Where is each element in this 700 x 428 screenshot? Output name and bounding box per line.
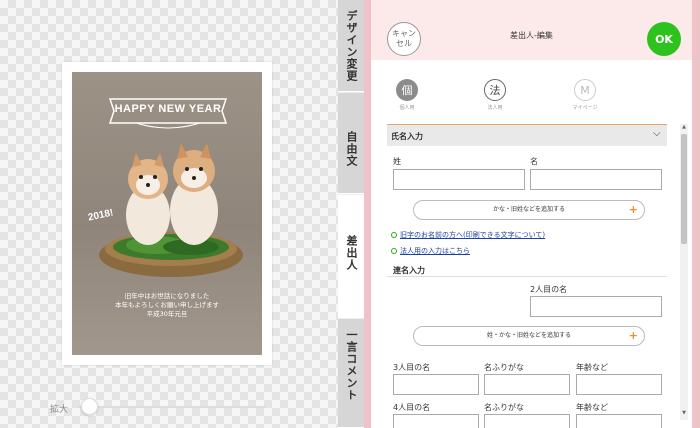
corporate-icon: 法 — [484, 79, 506, 101]
first-name-input[interactable] — [530, 169, 662, 190]
add-kana-button[interactable]: かな・旧姓などを追加する + — [413, 200, 645, 220]
type-mypage-option[interactable]: M マイページ — [565, 79, 605, 111]
fourth-age-input[interactable] — [576, 414, 662, 428]
type-personal-option[interactable]: 個 個人用 — [387, 79, 427, 111]
preview-area: HAPPY NEW YEAR 2018! 旧年中はお世話になりました 本年もよろ… — [0, 0, 338, 428]
tab-design-change[interactable]: デザイン変更 — [338, 0, 364, 92]
chevron-down-icon[interactable]: ⌵ — [653, 128, 661, 139]
corporate-input-link[interactable]: 法人用の入力はこちら — [391, 246, 470, 256]
fourth-kana-label: 名ふりがな — [484, 403, 524, 412]
editor-panel: キャンセル 差出人-編集 OK 個 個人用 法 法人用 M マイページ 氏名入力… — [364, 0, 700, 428]
divider — [387, 276, 667, 277]
fourth-kana-input[interactable] — [484, 414, 570, 428]
section-header-name-input[interactable]: 氏名入力 ⌵ — [387, 124, 667, 146]
fourth-name-input[interactable] — [393, 414, 479, 428]
greeting-line: 平成30年元旦 — [146, 310, 188, 318]
link-text: 旧字のお名前の方へ(印刷できる文字について) — [400, 231, 546, 239]
greeting-line: 旧年中はお世話になりました — [124, 292, 210, 300]
vertical-tab-bar: デザイン変更 自由文 差出人 一言コメント — [338, 0, 364, 428]
postcard-photo: HAPPY NEW YEAR 2018! 旧年中はお世話になりました 本年もよろ… — [72, 72, 262, 355]
greeting-line: 本年もよろしくお願い申し上げます — [115, 301, 219, 309]
type-label: 法人用 — [487, 105, 503, 111]
fourth-age-label: 年齢など — [576, 403, 608, 412]
form-scrollbar[interactable]: ▲ ▼ — [680, 124, 688, 420]
add-kana-label: 姓・かな・旧姓などを追加する — [486, 332, 571, 339]
tab-free-text[interactable]: 自由文 — [338, 93, 364, 194]
third-age-label: 年齢など — [576, 363, 608, 372]
third-kana-input[interactable] — [484, 374, 570, 395]
add-kana-button-2[interactable]: 姓・かな・旧姓などを追加する + — [413, 326, 645, 346]
postcard-preview[interactable]: HAPPY NEW YEAR 2018! 旧年中はお世話になりました 本年もよろ… — [62, 62, 272, 365]
plus-icon: + — [628, 203, 638, 216]
first-name-label: 名 — [530, 157, 538, 166]
second-name-input[interactable] — [530, 296, 662, 317]
personal-icon: 個 — [396, 79, 418, 101]
link-text: 法人用の入力はこちら — [400, 247, 470, 255]
third-name-input[interactable] — [393, 374, 479, 395]
type-label: マイページ — [572, 105, 598, 111]
shiba-dogs-illustration — [99, 143, 243, 277]
last-name-input[interactable] — [393, 169, 525, 190]
tab-label: 差出人 — [345, 235, 358, 271]
third-name-label: 3人目の名 — [393, 363, 431, 372]
greeting-text: 旧年中はお世話になりました 本年もよろしくお願い申し上げます 平成30年元旦 — [72, 292, 262, 319]
zoom-label: 拡大 — [50, 405, 69, 415]
tab-label: 自由文 — [345, 131, 358, 167]
banner-text: HAPPY NEW YEAR — [114, 103, 222, 115]
sender-form: 氏名入力 ⌵ 姓 名 かな・旧姓などを追加する + 旧字のお名前の方へ(印刷でき… — [387, 124, 676, 428]
bullet-icon — [391, 232, 397, 238]
ok-button[interactable]: OK — [647, 22, 681, 56]
editor-panel-inner: キャンセル 差出人-編集 OK 個 個人用 法 法人用 M マイページ 氏名入力… — [371, 0, 692, 428]
second-name-label: 2人目の名 — [530, 285, 568, 294]
zoom-slider-track[interactable] — [78, 406, 266, 408]
type-label: 個人用 — [399, 105, 415, 111]
old-kanji-link[interactable]: 旧字のお名前の方へ(印刷できる文字について) — [391, 230, 545, 240]
tab-sender[interactable]: 差出人 — [338, 195, 364, 318]
last-name-label: 姓 — [393, 157, 401, 166]
mypage-icon: M — [574, 79, 596, 101]
type-corporate-option[interactable]: 法 法人用 — [475, 79, 515, 111]
renmei-title: 連名入力 — [393, 266, 425, 275]
scroll-thumb[interactable] — [681, 134, 687, 244]
tab-comment[interactable]: 一言コメント — [338, 319, 364, 428]
section-title: 氏名入力 — [391, 132, 423, 141]
fourth-name-label: 4人目の名 — [393, 403, 431, 412]
scroll-down-icon[interactable]: ▼ — [680, 410, 688, 418]
bullet-icon — [391, 248, 397, 254]
third-age-input[interactable] — [576, 374, 662, 395]
page-title: 差出人-編集 — [510, 31, 553, 40]
panel-header: キャンセル 差出人-編集 OK — [371, 0, 692, 60]
plus-icon: + — [628, 329, 638, 342]
scroll-up-icon[interactable]: ▲ — [680, 124, 688, 132]
zoom-slider-knob[interactable] — [81, 398, 99, 415]
tab-label: 一言コメント — [345, 329, 358, 401]
tab-label: デザイン変更 — [345, 10, 358, 82]
third-kana-label: 名ふりがな — [484, 363, 524, 372]
add-kana-label: かな・旧姓などを追加する — [492, 206, 565, 213]
